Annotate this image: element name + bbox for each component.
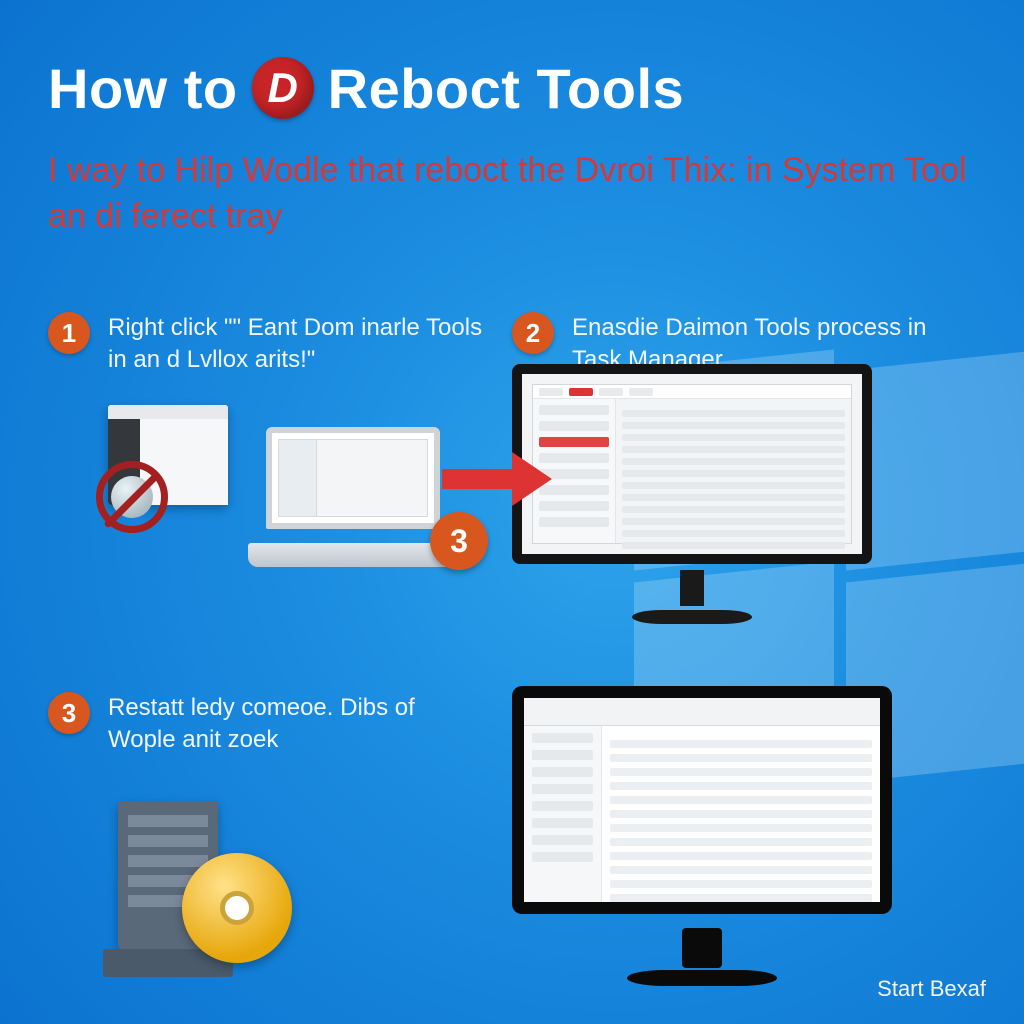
page-subtitle: I way to Hilp Wodle that reboct the Dvro… xyxy=(48,148,976,240)
step-1-text: Right click "" Eant Dom inarle Tools in … xyxy=(108,312,488,377)
step-2-badge: 2 xyxy=(512,312,554,354)
step-1-illustration xyxy=(48,397,488,587)
step-3-text: Restatt ledy comeoe. Dibs of Wople anit … xyxy=(108,692,488,757)
step-3-badge: 3 xyxy=(48,692,90,734)
arrow-right-icon xyxy=(442,452,562,506)
page-title: How to D Reboct Tools xyxy=(48,48,976,128)
title-after: Reboct Tools xyxy=(328,56,685,121)
server-disc-icon xyxy=(118,779,318,979)
prohibit-globe-icon xyxy=(96,461,168,533)
laptop-icon xyxy=(248,427,458,567)
monitor-explorer-icon xyxy=(512,686,892,986)
step-1-badge: 1 xyxy=(48,312,90,354)
title-before: How to xyxy=(48,56,238,121)
monitor-taskmgr-icon xyxy=(512,364,872,624)
footer-label: Start Bexaf xyxy=(877,976,986,1002)
floating-3-badge: 3 xyxy=(430,512,488,570)
d-logo-icon: D xyxy=(252,57,314,119)
